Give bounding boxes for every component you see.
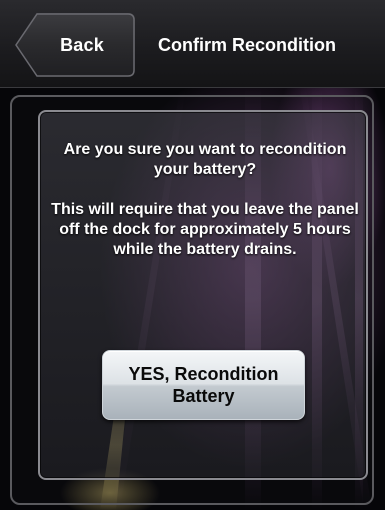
header-bar: Back Confirm Recondition bbox=[0, 0, 385, 88]
confirm-button-label-line1: YES, Recondition bbox=[128, 364, 279, 384]
back-button-label: Back bbox=[60, 34, 104, 55]
confirm-button-label-line2: Battery bbox=[172, 386, 235, 406]
back-button[interactable]: Back bbox=[15, 13, 135, 77]
yes-recondition-battery-button[interactable]: YES, Recondition Battery bbox=[102, 350, 305, 420]
dialog-detail: This will require that you leave the pan… bbox=[51, 201, 359, 258]
page-title: Confirm Recondition bbox=[158, 35, 336, 55]
dialog-question: Are you sure you want to recondition you… bbox=[63, 141, 347, 178]
confirm-recondition-screen: Back Confirm Recondition Are you sure yo… bbox=[0, 0, 385, 510]
dialog-message: Are you sure you want to recondition you… bbox=[50, 140, 360, 260]
